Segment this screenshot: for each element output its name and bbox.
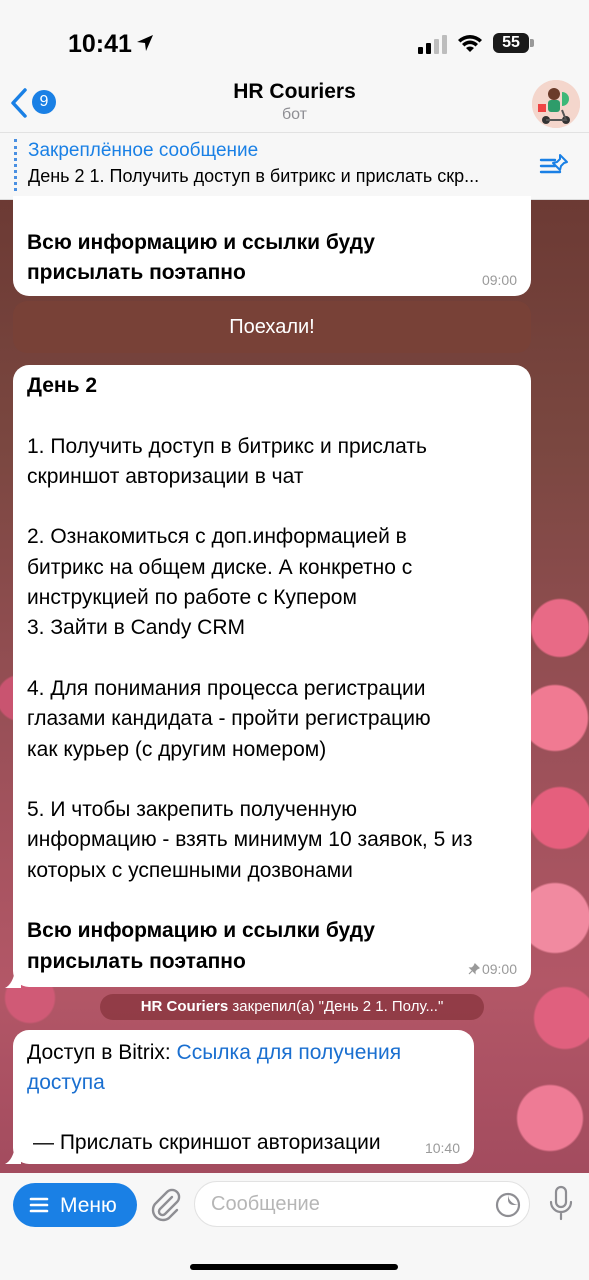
service-message[interactable]: HR Couriers закрепил(а) "День 2 1. Полу.… xyxy=(100,994,484,1020)
message-bubble[interactable]: Доступ в Bitrix: Ссылка для получения до… xyxy=(13,1030,474,1164)
chat-header: 9 HR Couriers бот xyxy=(0,70,589,132)
inline-keyboard-button[interactable]: Поехали! xyxy=(13,301,531,353)
chat-title[interactable]: HR Couriers xyxy=(0,80,589,104)
pinned-text: День 2 1. Получить доступ в битрикс и пр… xyxy=(28,166,480,186)
attach-paperclip-icon[interactable] xyxy=(148,1187,182,1223)
message-meta: 09:00 xyxy=(468,961,517,977)
battery-level: 55 xyxy=(493,33,529,53)
bubble-tail xyxy=(5,970,21,988)
bot-avatar[interactable] xyxy=(532,80,580,128)
message-time: 09:00 xyxy=(481,961,517,977)
menu-button[interactable]: Меню xyxy=(13,1183,137,1227)
cellular-signal-icon xyxy=(418,35,447,54)
message-bubble[interactable]: Всю информацию и ссылки буду присылать п… xyxy=(13,196,531,296)
home-indicator xyxy=(190,1264,398,1270)
menu-label: Меню xyxy=(60,1194,117,1217)
pinned-list-icon[interactable] xyxy=(538,151,570,181)
wifi-icon xyxy=(458,35,482,52)
sticker-icon[interactable] xyxy=(495,1192,521,1218)
message-bubble[interactable]: День 2 1. Получить доступ в битрикс и пр… xyxy=(13,365,531,987)
courier-avatar-icon xyxy=(532,80,580,128)
location-arrow-icon xyxy=(137,35,153,51)
message-time: 10:40 xyxy=(424,1140,460,1156)
message-input[interactable]: Сообщение xyxy=(194,1181,530,1227)
pinned-message-bar[interactable]: Закреплённое сообщение День 2 1. Получит… xyxy=(0,132,589,200)
chat-subtitle: бот xyxy=(281,106,308,123)
pinned-title: Закреплённое сообщение xyxy=(28,140,259,161)
pinned-indicator xyxy=(14,139,20,191)
bubble-tail xyxy=(5,1146,21,1164)
status-bar: 10:41 55 xyxy=(0,0,589,80)
message-text: — Прислать скриншот авторизации xyxy=(33,1131,381,1154)
status-time: 10:41 xyxy=(68,30,132,58)
battery-icon: 55 xyxy=(493,33,535,53)
message-placeholder: Сообщение xyxy=(211,1193,320,1215)
service-actor: HR Couriers xyxy=(140,998,229,1015)
message-text: Доступ в Bitrix: Ссылка для получения до… xyxy=(27,1041,402,1095)
message-time: 09:00 xyxy=(481,272,517,288)
menu-icon xyxy=(29,1197,49,1213)
message-text: День 2 1. Получить доступ в битрикс и пр… xyxy=(27,374,473,973)
pinned-pin-icon xyxy=(468,963,480,975)
message-text-bold: Всю информацию и ссылки буду присылать п… xyxy=(27,231,375,284)
microphone-icon[interactable] xyxy=(548,1185,574,1223)
service-text: закрепил(а) "День 2 1. Полу..." xyxy=(232,998,444,1015)
